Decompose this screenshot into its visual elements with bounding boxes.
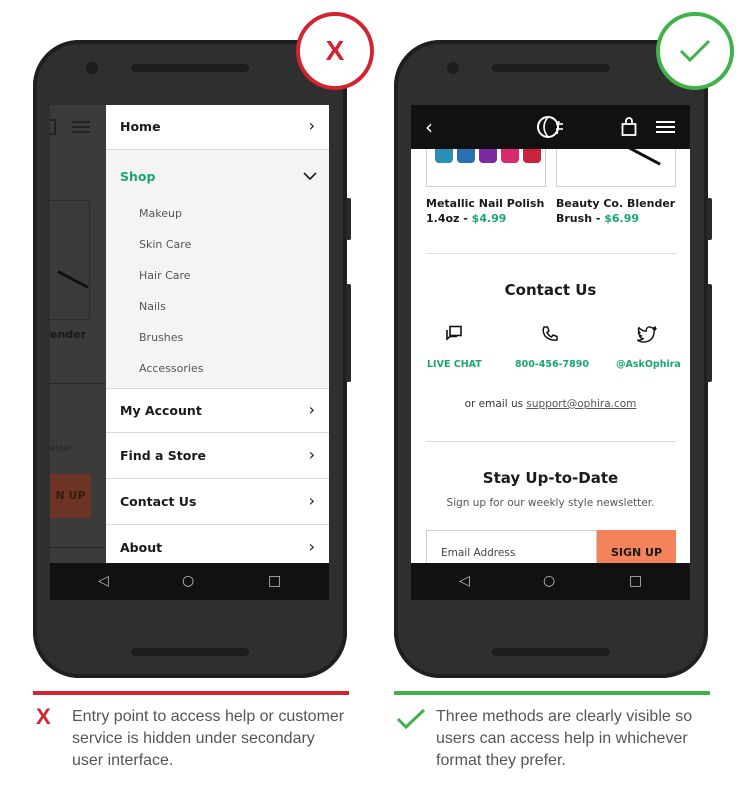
newsletter-subtitle: Sign up for our weekly style newsletter. — [446, 497, 655, 509]
product-name: Metallic Nail Polish — [426, 197, 545, 210]
product-price: $4.99 — [471, 212, 507, 225]
submenu-item-hair-care[interactable]: Hair Care — [139, 269, 191, 282]
submenu-item-makeup[interactable]: Makeup — [139, 207, 182, 220]
email-link[interactable]: support@ophira.com — [526, 398, 636, 410]
side-button — [346, 284, 351, 382]
menu-item-home[interactable]: Home › — [106, 105, 329, 150]
product-size: Brush - — [556, 212, 605, 225]
email-line: or email us support@ophira.com — [411, 398, 690, 410]
screen-bad: ender etter. N UP Home › Shop Makeup Ski… — [50, 105, 329, 600]
twitter-icon[interactable] — [637, 326, 657, 343]
submenu-item-accessories[interactable]: Accessories — [139, 362, 203, 375]
app-header: ‹ — [411, 105, 690, 149]
good-rule — [394, 691, 710, 695]
chevron-right-icon: › — [308, 116, 315, 135]
back-chevron-icon[interactable]: ‹ — [425, 115, 433, 139]
side-button — [707, 284, 712, 382]
home-icon[interactable]: ○ — [182, 572, 194, 590]
bag-icon — [50, 119, 56, 135]
phone-icon[interactable] — [541, 325, 559, 343]
live-chat-link[interactable]: LIVE CHAT — [427, 359, 482, 370]
good-example-badge — [656, 12, 734, 90]
menu-item-label: My Account — [120, 403, 202, 418]
menu-item-shop-expanded: Shop Makeup Skin Care Hair Care Nails Br… — [106, 150, 329, 388]
dimmed-page: ender etter. N UP — [50, 105, 106, 563]
chevron-right-icon: › — [308, 400, 315, 419]
product-card-blender[interactable]: Beauty Co. Blender Brush - $6.99 — [556, 196, 675, 226]
menu-item-contact-us[interactable]: Contact Us › — [106, 480, 329, 525]
home-icon[interactable]: ○ — [543, 572, 555, 590]
divider — [426, 441, 676, 442]
side-button — [346, 198, 351, 240]
phone-frame-bad: ender etter. N UP Home › Shop Makeup Ski… — [33, 40, 351, 678]
contact-title: Contact Us — [504, 281, 597, 299]
bad-rule — [33, 691, 349, 695]
menu-item-label: Find a Store — [120, 448, 207, 463]
x-icon: X — [36, 704, 51, 729]
email-prefix: or email us — [464, 398, 527, 410]
product-price: $6.99 — [604, 212, 640, 225]
speaker — [492, 648, 610, 656]
nav-drawer: Home › Shop Makeup Skin Care Hair Care N… — [106, 105, 329, 563]
android-nav-bar: ◁ ○ □ — [411, 563, 690, 600]
screen-good: ‹ Metallic Nail Polish 1.4oz - $4.99 Bea… — [411, 105, 690, 600]
menu-item-label: About — [120, 540, 163, 555]
camera — [86, 62, 98, 74]
bad-caption: Entry point to access help or customer s… — [72, 708, 345, 769]
email-placeholder: Email Address — [441, 547, 516, 559]
submenu-item-brushes[interactable]: Brushes — [139, 331, 183, 344]
chevron-right-icon: › — [308, 491, 315, 510]
android-nav-bar: ◁ ○ □ — [50, 563, 329, 600]
shopping-bag-icon[interactable] — [621, 117, 637, 137]
bad-example-badge: X — [296, 12, 374, 90]
speaker — [131, 648, 249, 656]
camera — [447, 62, 459, 74]
side-button — [707, 198, 712, 240]
twitter-link[interactable]: @AskOphira — [616, 359, 681, 370]
product-name: ender — [50, 328, 87, 341]
recents-icon[interactable]: □ — [629, 572, 642, 590]
divider — [50, 547, 106, 548]
phone-link[interactable]: 800-456-7890 — [515, 359, 589, 370]
submenu-item-nails[interactable]: Nails — [139, 300, 166, 313]
newsletter-text: etter. — [50, 444, 74, 454]
chevron-down-icon[interactable] — [303, 172, 317, 181]
speaker — [131, 64, 249, 72]
product-image — [50, 200, 90, 320]
recents-icon[interactable]: □ — [268, 572, 281, 590]
menu-item-label: Home — [120, 119, 161, 134]
newsletter-title: Stay Up-to-Date — [482, 469, 619, 487]
good-caption: Three methods are clearly visible so use… — [436, 708, 693, 769]
back-icon[interactable]: ◁ — [459, 572, 470, 590]
back-icon[interactable]: ◁ — [98, 572, 109, 590]
phone-frame-good: ‹ Metallic Nail Polish 1.4oz - $4.99 Bea… — [394, 40, 712, 678]
menu-item-label: Contact Us — [120, 494, 197, 509]
brand-logo-icon[interactable] — [536, 115, 564, 139]
submenu-item-skin-care[interactable]: Skin Care — [139, 238, 191, 251]
menu-item-find-store[interactable]: Find a Store › — [106, 434, 329, 479]
menu-item-shop[interactable]: Shop — [120, 169, 155, 184]
product-card-nail-polish[interactable]: Metallic Nail Polish 1.4oz - $4.99 — [426, 196, 544, 226]
chevron-right-icon: › — [308, 445, 315, 464]
chat-icon[interactable] — [445, 325, 463, 343]
chevron-right-icon: › — [308, 537, 315, 556]
product-size: 1.4oz - — [426, 212, 472, 225]
menu-icon[interactable] — [72, 121, 90, 133]
checkmark-icon — [679, 39, 711, 63]
menu-icon[interactable] — [656, 121, 675, 133]
divider — [50, 383, 106, 384]
product-name: Beauty Co. Blender — [556, 197, 676, 210]
menu-item-my-account[interactable]: My Account › — [106, 388, 329, 433]
checkmark-icon — [396, 708, 426, 730]
speaker — [492, 64, 610, 72]
signup-button[interactable]: N UP — [50, 474, 91, 518]
divider — [426, 253, 676, 254]
